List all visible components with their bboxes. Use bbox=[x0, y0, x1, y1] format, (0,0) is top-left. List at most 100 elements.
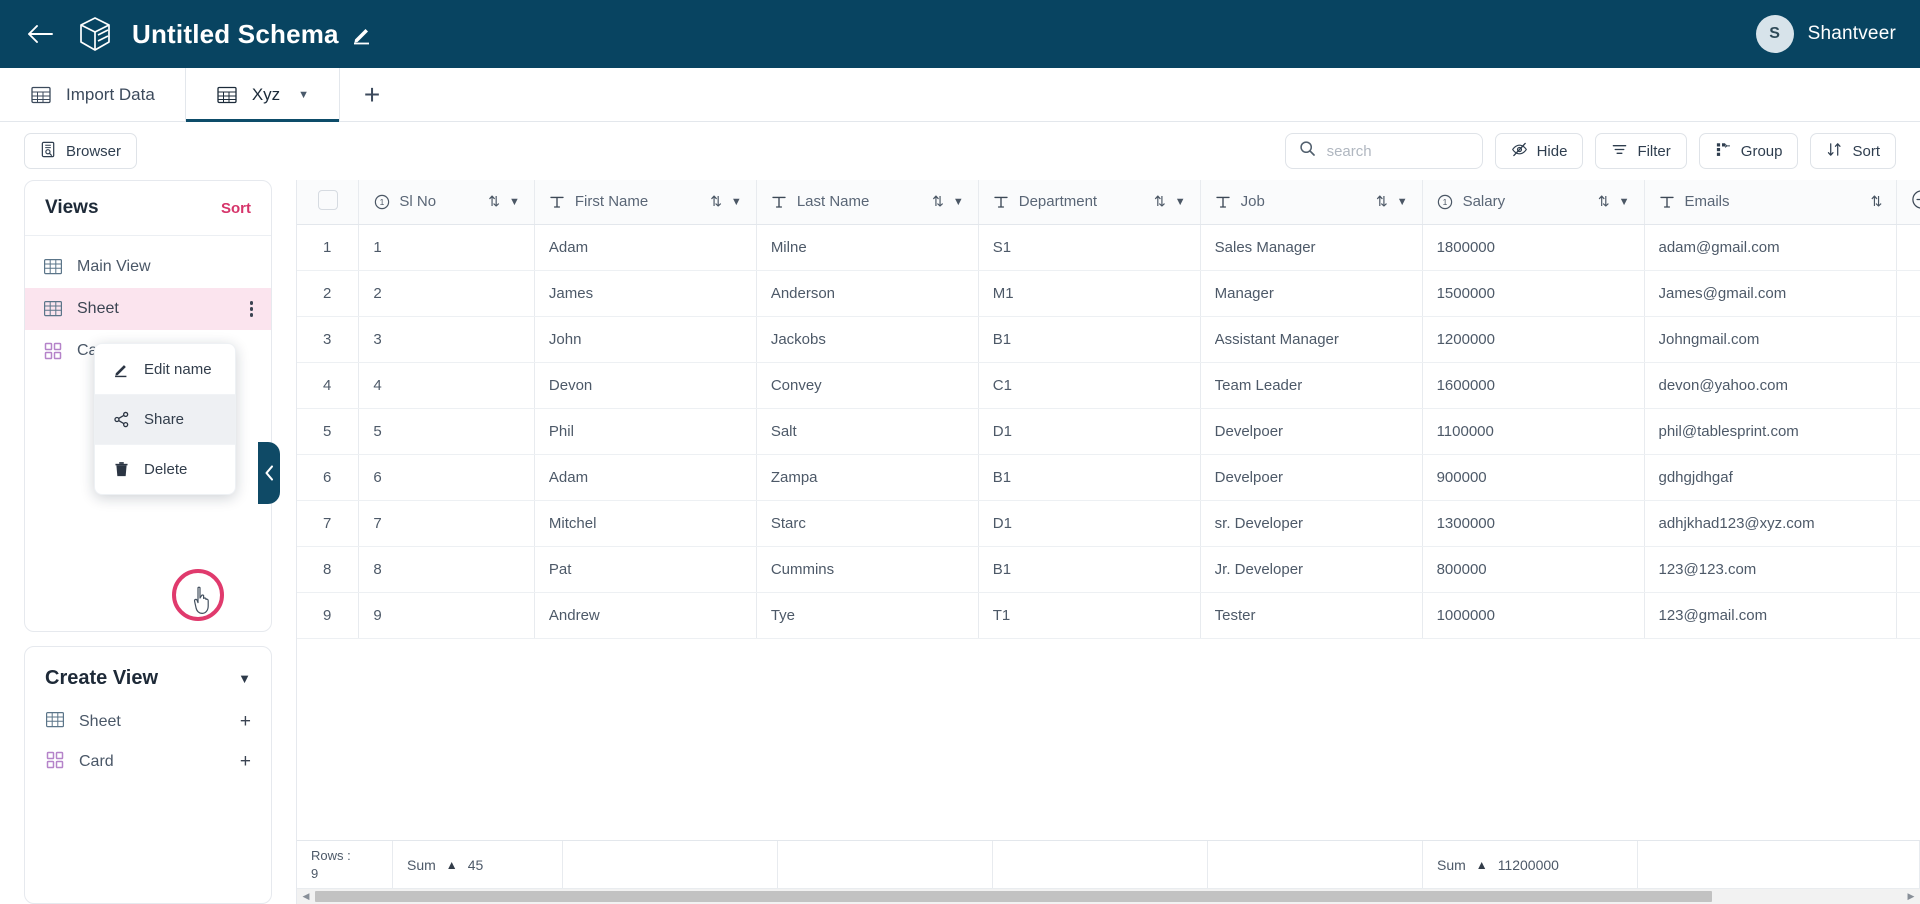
create-view-sheet[interactable]: Sheet + bbox=[25, 702, 271, 742]
scrollbar-thumb[interactable] bbox=[315, 891, 1712, 902]
cell-first-name[interactable]: Adam bbox=[534, 224, 757, 271]
table-row[interactable]: 1 1 Adam Milne S1 Sales Manager 1800000 … bbox=[297, 224, 1920, 271]
views-sort-link[interactable]: Sort bbox=[221, 200, 251, 217]
cell-email[interactable]: gdhgjdhgaf bbox=[1644, 454, 1898, 501]
cell-job[interactable]: Team Leader bbox=[1200, 362, 1423, 409]
cell-slno[interactable]: 2 bbox=[358, 270, 535, 317]
column-header-department[interactable]: Department ⇅ ▼ bbox=[978, 180, 1201, 225]
cell-department[interactable]: D1 bbox=[978, 500, 1201, 547]
sort-button[interactable]: Sort bbox=[1810, 133, 1896, 169]
chevron-down-icon[interactable]: ▼ bbox=[731, 196, 742, 208]
cell-salary[interactable]: 900000 bbox=[1422, 454, 1645, 501]
cell-department[interactable]: D1 bbox=[978, 408, 1201, 455]
sort-updown-icon[interactable]: ⇅ bbox=[1154, 193, 1166, 210]
cell-email[interactable]: adhjkhad123@xyz.com bbox=[1644, 500, 1898, 547]
filter-button[interactable]: Filter bbox=[1595, 133, 1687, 169]
column-header-job[interactable]: Job ⇅ ▼ bbox=[1200, 180, 1423, 225]
cell-last-name[interactable]: Starc bbox=[756, 500, 979, 547]
scroll-right-arrow-icon[interactable]: ▶ bbox=[1902, 891, 1920, 902]
chevron-down-icon[interactable]: ▼ bbox=[1397, 196, 1408, 208]
cell-salary[interactable]: 1500000 bbox=[1422, 270, 1645, 317]
cell-last-name[interactable]: Convey bbox=[756, 362, 979, 409]
plus-circle-icon[interactable] bbox=[1911, 189, 1920, 210]
cell-last-name[interactable]: Tye bbox=[756, 592, 979, 639]
back-arrow-icon[interactable] bbox=[24, 17, 58, 51]
cell-salary[interactable]: 800000 bbox=[1422, 546, 1645, 593]
cell-slno[interactable]: 7 bbox=[358, 500, 535, 547]
column-header-first-name[interactable]: First Name ⇅ ▼ bbox=[534, 180, 757, 225]
chevron-down-icon[interactable]: ▼ bbox=[509, 196, 520, 208]
scrollbar-track[interactable] bbox=[315, 891, 1902, 902]
cell-salary[interactable]: 1300000 bbox=[1422, 500, 1645, 547]
cell-email[interactable]: phil@tablesprint.com bbox=[1644, 408, 1898, 455]
select-all-checkbox[interactable] bbox=[317, 189, 338, 210]
context-menu-edit-name[interactable]: Edit name bbox=[95, 344, 235, 394]
cell-department[interactable]: B1 bbox=[978, 316, 1201, 363]
cell-first-name[interactable]: James bbox=[534, 270, 757, 317]
create-view-card[interactable]: Card + bbox=[25, 742, 271, 782]
sort-updown-icon[interactable]: ⇅ bbox=[488, 193, 500, 210]
salary-sum-cell[interactable]: Sum ▲ 11200000 bbox=[1423, 841, 1638, 888]
column-header-last-name[interactable]: Last Name ⇅ ▼ bbox=[756, 180, 979, 225]
search-box[interactable] bbox=[1284, 133, 1483, 169]
sort-updown-icon[interactable]: ⇅ bbox=[1376, 193, 1388, 210]
table-row[interactable]: 6 6 Adam Zampa B1 Develpoer 900000 gdhgj… bbox=[297, 454, 1920, 501]
chevron-down-icon[interactable]: ▼ bbox=[238, 671, 251, 686]
add-tab-button[interactable]: + bbox=[340, 68, 404, 121]
cell-last-name[interactable]: Jackobs bbox=[756, 316, 979, 363]
chevron-down-icon[interactable]: ▼ bbox=[298, 89, 309, 101]
cell-email[interactable]: Johngmail.com bbox=[1644, 316, 1898, 363]
cell-last-name[interactable]: Salt bbox=[756, 408, 979, 455]
cell-last-name[interactable]: Anderson bbox=[756, 270, 979, 317]
cell-salary[interactable]: 1100000 bbox=[1422, 408, 1645, 455]
group-button[interactable]: Group bbox=[1698, 133, 1799, 169]
chevron-down-icon[interactable]: ▼ bbox=[1619, 196, 1630, 208]
context-menu-share[interactable]: Share bbox=[95, 394, 235, 444]
cell-email[interactable]: devon@yahoo.com bbox=[1644, 362, 1898, 409]
user-menu[interactable]: S Shantveer bbox=[1755, 15, 1896, 53]
add-card-view-button[interactable]: + bbox=[240, 751, 251, 773]
column-header-salary[interactable]: 1 Salary ⇅ ▼ bbox=[1422, 180, 1645, 225]
table-row[interactable]: 5 5 Phil Salt D1 Develpoer 1100000 phil@… bbox=[297, 408, 1920, 455]
cell-slno[interactable]: 4 bbox=[358, 362, 535, 409]
scroll-left-arrow-icon[interactable]: ◀ bbox=[297, 891, 315, 902]
cell-last-name[interactable]: Zampa bbox=[756, 454, 979, 501]
table-row[interactable]: 4 4 Devon Convey C1 Team Leader 1600000 … bbox=[297, 362, 1920, 409]
cell-first-name[interactable]: John bbox=[534, 316, 757, 363]
cell-email[interactable]: 123@123.com bbox=[1644, 546, 1898, 593]
cell-job[interactable]: Jr. Developer bbox=[1200, 546, 1423, 593]
cell-department[interactable]: T1 bbox=[978, 592, 1201, 639]
chevron-down-icon[interactable]: ▼ bbox=[953, 196, 964, 208]
cell-job[interactable]: Assistant Manager bbox=[1200, 316, 1423, 363]
cell-job[interactable]: Develpoer bbox=[1200, 454, 1423, 501]
cell-department[interactable]: C1 bbox=[978, 362, 1201, 409]
table-row[interactable]: 9 9 Andrew Tye T1 Tester 1000000 123@gma… bbox=[297, 592, 1920, 639]
cell-email[interactable]: adam@gmail.com bbox=[1644, 224, 1898, 271]
table-row[interactable]: 3 3 John Jackobs B1 Assistant Manager 12… bbox=[297, 316, 1920, 363]
cell-first-name[interactable]: Andrew bbox=[534, 592, 757, 639]
cell-job[interactable]: Sales Manager bbox=[1200, 224, 1423, 271]
table-row[interactable]: 7 7 Mitchel Starc D1 sr. Developer 13000… bbox=[297, 500, 1920, 547]
sidebar-item-sheet[interactable]: Sheet bbox=[25, 288, 271, 330]
cell-job[interactable]: Develpoer bbox=[1200, 408, 1423, 455]
cell-slno[interactable]: 1 bbox=[358, 224, 535, 271]
cell-slno[interactable]: 5 bbox=[358, 408, 535, 455]
cell-department[interactable]: S1 bbox=[978, 224, 1201, 271]
sort-updown-icon[interactable]: ⇅ bbox=[1871, 193, 1883, 210]
cell-slno[interactable]: 8 bbox=[358, 546, 535, 593]
cell-email[interactable]: James@gmail.com bbox=[1644, 270, 1898, 317]
cell-slno[interactable]: 3 bbox=[358, 316, 535, 363]
sidebar-collapse-handle[interactable] bbox=[258, 442, 280, 504]
cell-department[interactable]: B1 bbox=[978, 546, 1201, 593]
browser-button[interactable]: Browser bbox=[24, 133, 138, 169]
cell-last-name[interactable]: Milne bbox=[756, 224, 979, 271]
search-input[interactable] bbox=[1326, 142, 1469, 160]
cell-first-name[interactable]: Phil bbox=[534, 408, 757, 455]
cell-department[interactable]: M1 bbox=[978, 270, 1201, 317]
cell-salary[interactable]: 1600000 bbox=[1422, 362, 1645, 409]
cell-slno[interactable]: 9 bbox=[358, 592, 535, 639]
cell-email[interactable]: 123@gmail.com bbox=[1644, 592, 1898, 639]
column-header-slno[interactable]: 1 Sl No ⇅ ▼ bbox=[358, 180, 535, 225]
table-row[interactable]: 8 8 Pat Cummins B1 Jr. Developer 800000 … bbox=[297, 546, 1920, 593]
cell-job[interactable]: Manager bbox=[1200, 270, 1423, 317]
